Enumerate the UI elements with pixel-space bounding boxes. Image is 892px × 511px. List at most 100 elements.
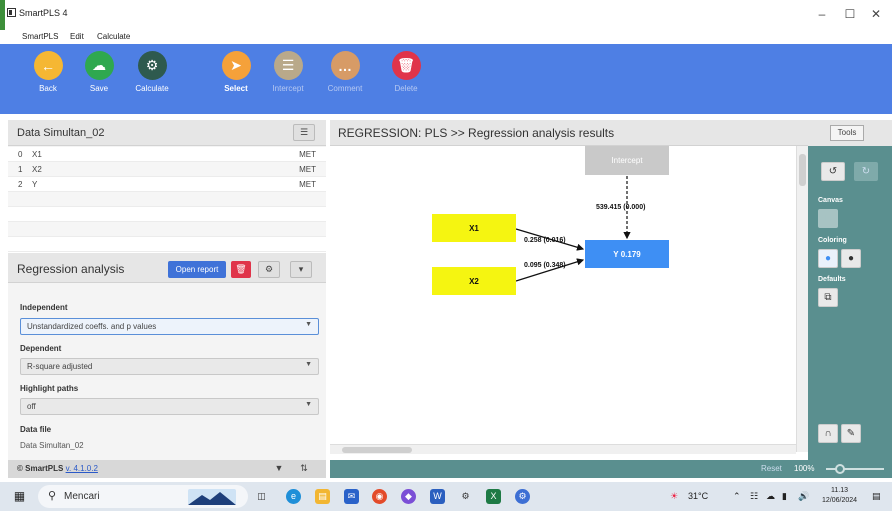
clock-date: 12/06/2024: [822, 497, 858, 504]
clock[interactable]: 11.13 12/06/2024: [822, 486, 857, 506]
close-button[interactable]: ✕: [866, 6, 886, 22]
dependent-select[interactable]: R-square adjusted ▼: [20, 358, 319, 375]
independent-value: Unstandardized coeffs. and p values: [27, 322, 157, 331]
scroll-thumb[interactable]: [342, 447, 412, 453]
collapse-icon[interactable]: ▾: [290, 261, 312, 278]
comment-label: Comment: [327, 84, 363, 93]
settings-icon[interactable]: ⚙: [258, 261, 280, 278]
smartpls-taskbar-icon[interactable]: ⚙: [515, 489, 530, 504]
word-icon[interactable]: W: [430, 489, 445, 504]
file-explorer-icon[interactable]: ▤: [315, 489, 330, 504]
delete-label: Delete: [394, 84, 418, 93]
delete-button[interactable]: 🗑 Delete: [381, 51, 431, 93]
window-title: SmartPLS 4: [19, 8, 68, 18]
chevron-down-icon: ▼: [305, 321, 312, 328]
zoom-slider-knob[interactable]: [835, 464, 845, 474]
empty-row: [8, 207, 326, 222]
status-bar: Reset 100%: [330, 460, 892, 478]
independent-select[interactable]: Unstandardized coeffs. and p values ▼: [20, 318, 319, 335]
intercept-button[interactable]: ☰ Intercept: [263, 51, 313, 93]
minimize-button[interactable]: –: [812, 6, 832, 22]
volume-icon[interactable]: 🔊: [798, 491, 809, 502]
tray-chevron-icon[interactable]: ⌃: [733, 491, 741, 502]
reset-zoom-button[interactable]: Reset: [761, 464, 782, 473]
taskbar-search[interactable]: ⚲ Mencari: [38, 485, 248, 508]
horizontal-scrollbar[interactable]: [330, 444, 796, 454]
independent-label: Independent: [20, 303, 68, 312]
list-item[interactable]: 2 Y MET: [8, 177, 326, 192]
pen-icon[interactable]: ✎: [841, 424, 861, 443]
copy-defaults-icon[interactable]: ⧉: [818, 288, 838, 307]
redo-icon[interactable]: ↻: [854, 162, 878, 181]
highlight-select[interactable]: off ▼: [20, 398, 319, 415]
intercept-node[interactable]: Intercept: [585, 146, 669, 175]
magnet-icon[interactable]: ∩: [818, 424, 838, 443]
battery-icon[interactable]: ▮: [782, 491, 787, 502]
comment-button[interactable]: … Comment: [320, 51, 370, 93]
open-report-button[interactable]: Open report: [168, 261, 226, 278]
chevron-down-icon: ▼: [305, 361, 312, 368]
x1-node[interactable]: X1: [432, 214, 516, 242]
clock-time: 11.13: [831, 487, 849, 494]
trash-icon: 🗑: [391, 51, 421, 80]
back-button[interactable]: ← Back: [23, 51, 73, 93]
ink-drop-icon[interactable]: ●: [841, 249, 861, 268]
database-icon[interactable]: ☰: [293, 124, 315, 141]
notifications-icon[interactable]: ▤: [872, 491, 881, 502]
excel-icon[interactable]: X: [486, 489, 501, 504]
menu-calculate[interactable]: Calculate: [97, 32, 130, 41]
menu-smartpls[interactable]: SmartPLS: [22, 32, 58, 41]
canvas-title: REGRESSION: PLS >> Regression analysis r…: [338, 126, 615, 140]
version-link[interactable]: v. 4.1.0.2: [66, 464, 98, 473]
tools-button[interactable]: Tools: [830, 125, 864, 141]
list-item[interactable]: 1 X2 MET: [8, 162, 326, 177]
variable-index: 2: [18, 180, 23, 189]
back-label: Back: [39, 84, 57, 93]
filter-icon[interactable]: ▼: [268, 461, 290, 477]
calculate-button[interactable]: ⚙ Calculate: [127, 51, 177, 93]
network-icon[interactable]: ☷: [750, 491, 758, 502]
empty-row: [8, 192, 326, 207]
temperature[interactable]: 31°C: [688, 491, 708, 501]
canvas-tool-icon[interactable]: □: [818, 209, 838, 228]
comment-icon: …: [330, 51, 360, 80]
list-item[interactable]: 0 X1 MET: [8, 147, 326, 162]
chevron-down-icon: ▼: [305, 401, 312, 408]
data-panel-header: Data Simultan_02 ☰: [8, 120, 326, 146]
path-diagram: [515, 176, 631, 282]
windows-start-icon[interactable]: ▦: [12, 489, 27, 504]
undo-icon[interactable]: ↺: [821, 162, 845, 181]
zoom-level: 100%: [794, 464, 815, 473]
highlight-label: Highlight paths: [20, 384, 79, 393]
sort-icon[interactable]: ⇅: [293, 461, 315, 477]
task-view-icon[interactable]: ◫: [254, 489, 269, 504]
scroll-thumb[interactable]: [799, 154, 806, 186]
save-button[interactable]: ☁ Save: [74, 51, 124, 93]
canvas-header: REGRESSION: PLS >> Regression analysis r…: [330, 120, 808, 146]
select-button[interactable]: ➤ Select: [211, 51, 261, 93]
menu-edit[interactable]: Edit: [70, 32, 84, 41]
maximize-button[interactable]: ☐: [840, 6, 860, 22]
model-canvas[interactable]: Intercept X1 X2 Y 0.179 539.415 (0.000) …: [330, 146, 808, 452]
regression-panel-header: Regression analysis Open report 🗑 ⚙ ▾: [8, 253, 326, 283]
browser-app-icon[interactable]: ◆: [401, 489, 416, 504]
settings-gear-icon[interactable]: ⚙: [458, 489, 473, 504]
y-node[interactable]: Y 0.179: [585, 240, 669, 268]
canvas-section-label: Canvas: [818, 197, 843, 204]
empty-row: [8, 222, 326, 237]
edge-browser-icon[interactable]: e: [286, 489, 301, 504]
mail-icon[interactable]: ✉: [344, 489, 359, 504]
copyright-text: © SmartPLS: [17, 464, 64, 473]
variable-name: X2: [32, 165, 42, 174]
fill-color-icon[interactable]: ●: [818, 249, 838, 268]
select-label: Select: [224, 84, 248, 93]
vertical-scrollbar[interactable]: [796, 146, 808, 452]
intercept-label: Intercept: [272, 84, 304, 93]
x2-node[interactable]: X2: [432, 267, 516, 295]
calculate-label: Calculate: [135, 84, 169, 93]
delete-report-icon[interactable]: 🗑: [231, 261, 251, 278]
cloud-icon[interactable]: ☁: [766, 491, 775, 502]
chrome-icon[interactable]: ◉: [372, 489, 387, 504]
save-label: Save: [89, 84, 109, 93]
x1-coefficient: 0.258 (0.016): [524, 237, 566, 244]
